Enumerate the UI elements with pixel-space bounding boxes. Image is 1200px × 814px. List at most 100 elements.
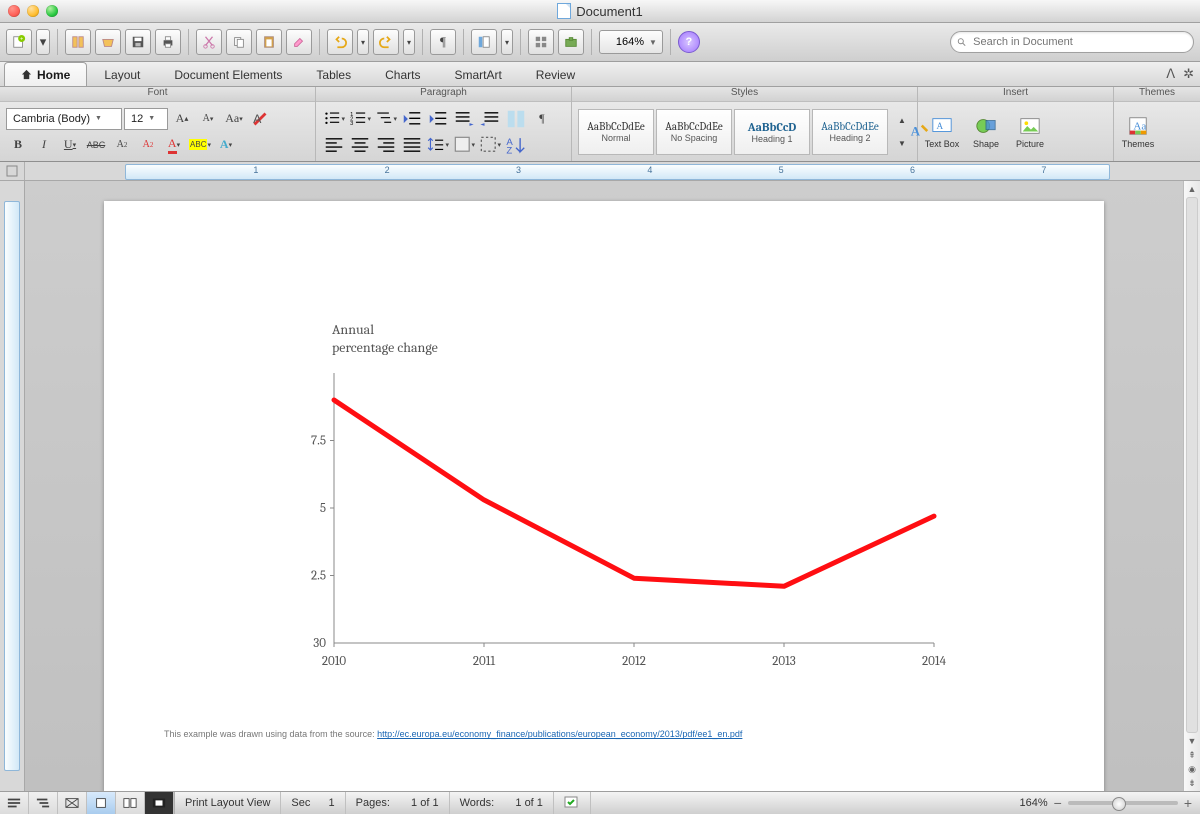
search-field[interactable]	[950, 31, 1194, 53]
text-effects-button[interactable]: A▾	[214, 133, 238, 157]
style-heading-2[interactable]: AaBbCcDdEeHeading 2	[812, 109, 888, 155]
ltr-button[interactable]	[452, 107, 476, 131]
increase-indent-button[interactable]	[426, 107, 450, 131]
font-color-button[interactable]: A▾	[162, 133, 186, 157]
sort-button[interactable]: AZ	[504, 133, 528, 157]
change-case-button[interactable]: Aa▾	[222, 107, 246, 131]
horizontal-ruler[interactable]: 1234567	[0, 162, 1200, 181]
tab-review[interactable]: Review	[519, 62, 592, 86]
bullets-button[interactable]: ▾	[322, 107, 346, 131]
dropdown-icon[interactable]: ▾	[36, 29, 50, 55]
subscript-button[interactable]: A2	[136, 133, 160, 157]
columns-toggle-button[interactable]	[504, 107, 528, 131]
align-right-button[interactable]	[374, 133, 398, 157]
tab-smartart[interactable]: SmartArt	[437, 62, 518, 86]
insert-shape-button[interactable]: Shape	[968, 115, 1004, 149]
open-from-button[interactable]	[95, 29, 121, 55]
cut-button[interactable]	[196, 29, 222, 55]
font-family-select[interactable]: Cambria (Body)▼	[6, 108, 122, 130]
align-center-button[interactable]	[348, 133, 372, 157]
gallery-button[interactable]	[528, 29, 554, 55]
view-fullscreen-button[interactable]	[145, 792, 174, 814]
highlight-button[interactable]: ABC▾	[188, 133, 212, 157]
tab-layout[interactable]: Layout	[87, 62, 157, 86]
view-outline-button[interactable]	[29, 792, 58, 814]
shrink-font-button[interactable]: A▾	[196, 107, 220, 131]
strikethrough-button[interactable]: ABC	[84, 133, 108, 157]
decrease-indent-button[interactable]	[400, 107, 424, 131]
sidebar-toggle-button[interactable]	[471, 29, 497, 55]
zoom-in-button[interactable]: +	[1184, 795, 1192, 811]
shading-button[interactable]: ▾	[452, 133, 476, 157]
bold-button[interactable]: B	[6, 133, 30, 157]
numbering-button[interactable]: 123▾	[348, 107, 372, 131]
tab-document-elements[interactable]: Document Elements	[157, 62, 299, 86]
style-heading-1[interactable]: AaBbCcDHeading 1	[734, 109, 810, 155]
new-document-button[interactable]: +	[6, 29, 32, 55]
zoom-out-button[interactable]: −	[1054, 795, 1062, 811]
tab-home[interactable]: Home	[4, 62, 87, 86]
open-button[interactable]	[65, 29, 91, 55]
themes-button[interactable]: AaThemes	[1120, 115, 1156, 149]
toolbox-button[interactable]	[558, 29, 584, 55]
minimize-window-button[interactable]	[27, 5, 39, 17]
insert-textbox-button[interactable]: AText Box	[924, 115, 960, 149]
justify-button[interactable]	[400, 133, 424, 157]
sidebar-dropdown[interactable]: ▾	[501, 29, 513, 55]
undo-dropdown[interactable]: ▾	[357, 29, 369, 55]
help-button[interactable]: ?	[678, 31, 700, 53]
scroll-down-icon[interactable]: ▼	[1186, 735, 1198, 747]
scroll-track[interactable]	[1186, 197, 1198, 733]
document-canvas[interactable]: Annual percentage change 2.557.530201020…	[25, 181, 1183, 791]
borders-button[interactable]: ▾	[478, 133, 502, 157]
tab-label: Charts	[385, 68, 420, 82]
collapse-ribbon-button[interactable]: ᐱ	[1166, 66, 1175, 82]
undo-button[interactable]	[327, 29, 353, 55]
align-left-button[interactable]	[322, 133, 346, 157]
settings-gear-icon[interactable]: ✲	[1183, 66, 1194, 82]
show-hide-button[interactable]: ¶	[530, 107, 554, 131]
view-notebook-button[interactable]	[116, 792, 145, 814]
underline-button[interactable]: U ▾	[58, 133, 82, 157]
scroll-up-icon[interactable]: ▲	[1186, 183, 1198, 195]
print-button[interactable]	[155, 29, 181, 55]
prev-page-icon[interactable]: ⇞	[1186, 749, 1198, 761]
zoom-control[interactable]: ▼	[599, 30, 663, 54]
insert-picture-button[interactable]: Picture	[1012, 115, 1048, 149]
rtl-button[interactable]	[478, 107, 502, 131]
font-size-select[interactable]: 12▼	[124, 108, 168, 130]
vertical-ruler[interactable]	[0, 181, 25, 791]
tab-tables[interactable]: Tables	[299, 62, 368, 86]
ruler-corner[interactable]	[0, 162, 25, 180]
italic-button[interactable]: I	[32, 133, 56, 157]
next-page-icon[interactable]: ⇟	[1186, 777, 1198, 789]
tab-charts[interactable]: Charts	[368, 62, 437, 86]
multilevel-list-button[interactable]: ▾	[374, 107, 398, 131]
format-painter-button[interactable]	[286, 29, 312, 55]
zoom-window-button[interactable]	[46, 5, 58, 17]
clear-formatting-button[interactable]: A	[248, 107, 272, 131]
chevron-down-icon[interactable]: ▼	[646, 38, 660, 47]
redo-button[interactable]	[373, 29, 399, 55]
search-input[interactable]	[971, 35, 1187, 49]
style-no-spacing[interactable]: AaBbCcDdEeNo Spacing	[656, 109, 732, 155]
view-draft-button[interactable]	[0, 792, 29, 814]
save-button[interactable]	[125, 29, 151, 55]
close-window-button[interactable]	[8, 5, 20, 17]
object-browse-icon[interactable]: ◉	[1186, 763, 1198, 775]
zoom-slider[interactable]	[1068, 801, 1178, 805]
show-marks-button[interactable]: ¶	[430, 29, 456, 55]
style-normal[interactable]: AaBbCcDdEeNormal	[578, 109, 654, 155]
copy-button[interactable]	[226, 29, 252, 55]
vertical-scrollbar[interactable]: ▲ ▼ ⇞ ◉ ⇟	[1183, 181, 1200, 791]
superscript-button[interactable]: A2	[110, 133, 134, 157]
view-print-layout-button[interactable]	[87, 792, 116, 814]
line-spacing-button[interactable]: ▾	[426, 133, 450, 157]
grow-font-button[interactable]: A▴	[170, 107, 194, 131]
paste-button[interactable]	[256, 29, 282, 55]
zoom-input[interactable]	[602, 35, 646, 49]
source-link[interactable]: http://ec.europa.eu/economy_finance/publ…	[377, 729, 742, 739]
view-publishing-button[interactable]	[58, 792, 87, 814]
redo-dropdown[interactable]: ▾	[403, 29, 415, 55]
status-spellcheck-icon[interactable]	[554, 792, 591, 814]
